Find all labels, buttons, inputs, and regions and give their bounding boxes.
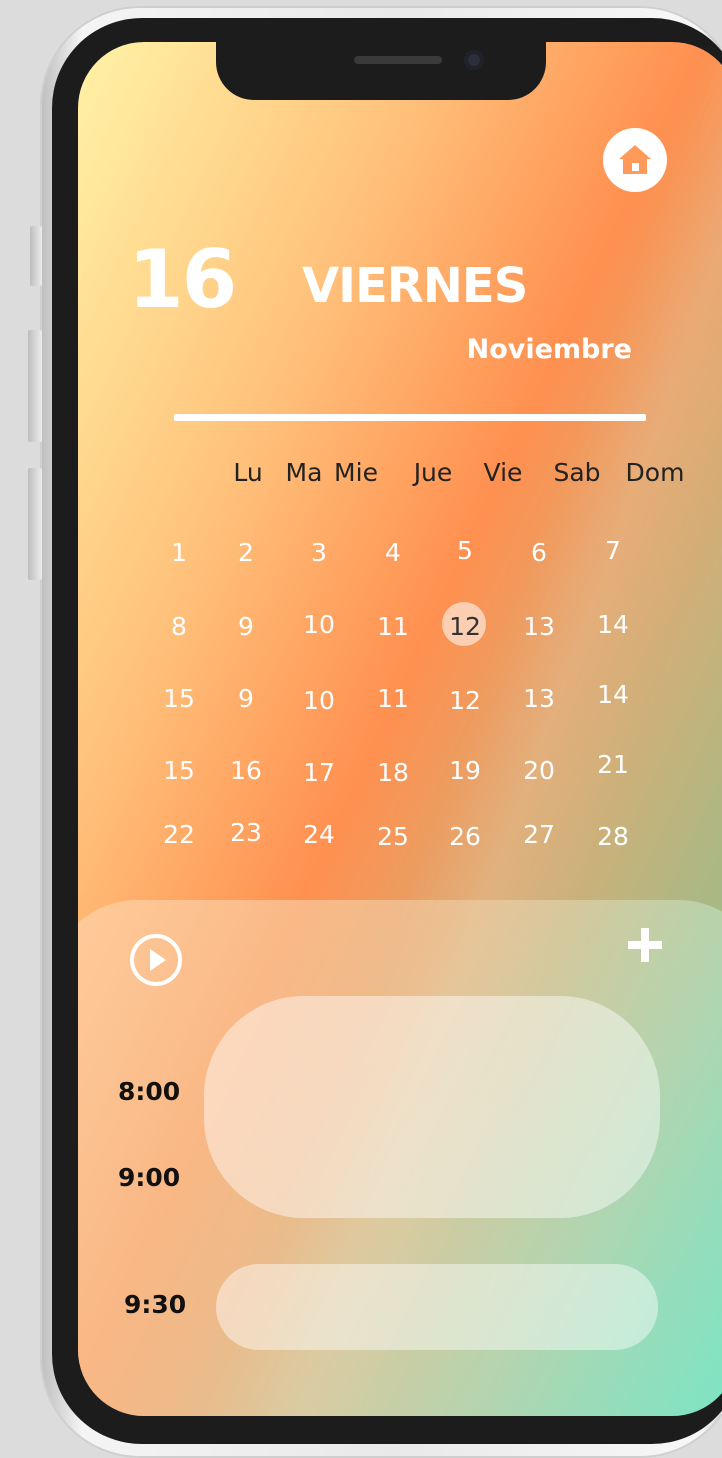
calendar-day[interactable]: 20	[502, 758, 576, 783]
calendar-day[interactable]: 15	[142, 758, 216, 783]
calendar-day[interactable]: 13	[502, 614, 576, 639]
calendar-day[interactable]: 3	[282, 540, 356, 565]
calendar-day[interactable]: 1	[142, 540, 216, 565]
weekday-label: VIERNES	[302, 258, 528, 314]
event-card[interactable]	[204, 996, 660, 1218]
time-label: 9:30	[124, 1290, 187, 1319]
speaker-grille	[354, 56, 442, 64]
calendar-day[interactable]: 15	[142, 686, 216, 711]
event-card[interactable]	[216, 1264, 658, 1350]
header-divider	[174, 414, 646, 421]
calendar-day[interactable]: 21	[576, 752, 650, 777]
calendar-day[interactable]: 28	[576, 824, 650, 849]
calendar-day[interactable]: 26	[428, 824, 502, 849]
mute-switch	[30, 226, 42, 286]
calendar-day[interactable]: 9	[209, 614, 283, 639]
volume-down-button	[28, 468, 42, 580]
time-label: 8:00	[118, 1077, 181, 1106]
calendar-day[interactable]: 11	[356, 614, 430, 639]
plus-icon[interactable]	[624, 924, 666, 966]
volume-up-button	[28, 330, 42, 442]
calendar-day[interactable]: 9	[209, 686, 283, 711]
weekday-header: Mie	[334, 458, 378, 487]
home-icon	[619, 145, 651, 174]
notch	[216, 42, 546, 100]
calendar-day[interactable]: 10	[282, 688, 356, 713]
app-screen: 16 VIERNES Noviembre 8:00 9:00 9:30 Lu Ma…	[78, 42, 722, 1416]
front-camera	[464, 50, 484, 70]
calendar-day[interactable]: 22	[142, 822, 216, 847]
calendar-day[interactable]: 13	[502, 686, 576, 711]
home-button[interactable]	[603, 128, 667, 192]
calendar-day[interactable]: 14	[576, 612, 650, 637]
calendar-day[interactable]: 23	[209, 820, 283, 845]
calendar-day[interactable]: 10	[282, 612, 356, 637]
calendar-day[interactable]: 12	[428, 614, 502, 639]
weekday-header: Jue	[413, 458, 453, 487]
calendar-day[interactable]: 4	[356, 540, 430, 565]
calendar-day[interactable]: 27	[502, 822, 576, 847]
weekday-header: Dom	[625, 458, 685, 487]
calendar-day[interactable]: 19	[428, 758, 502, 783]
calendar-day[interactable]: 24	[282, 822, 356, 847]
day-number: 16	[128, 233, 237, 326]
month-label: Noviembre	[466, 334, 632, 365]
calendar-day[interactable]: 12	[428, 688, 502, 713]
calendar-day[interactable]: 7	[576, 538, 650, 563]
calendar-day[interactable]: 17	[282, 760, 356, 785]
calendar-day[interactable]: 5	[428, 538, 502, 563]
weekday-header: Vie	[483, 458, 523, 487]
calendar-day[interactable]: 11	[356, 686, 430, 711]
calendar-day[interactable]: 16	[209, 758, 283, 783]
time-label: 9:00	[118, 1163, 181, 1192]
calendar-day[interactable]: 6	[502, 540, 576, 565]
weekday-header: Sab	[553, 458, 601, 487]
calendar-day[interactable]: 8	[142, 614, 216, 639]
calendar-day[interactable]: 18	[356, 760, 430, 785]
play-circle-icon[interactable]	[128, 932, 184, 988]
calendar-day[interactable]: 2	[209, 540, 283, 565]
calendar-day[interactable]: 14	[576, 682, 650, 707]
calendar-day[interactable]: 25	[356, 824, 430, 849]
